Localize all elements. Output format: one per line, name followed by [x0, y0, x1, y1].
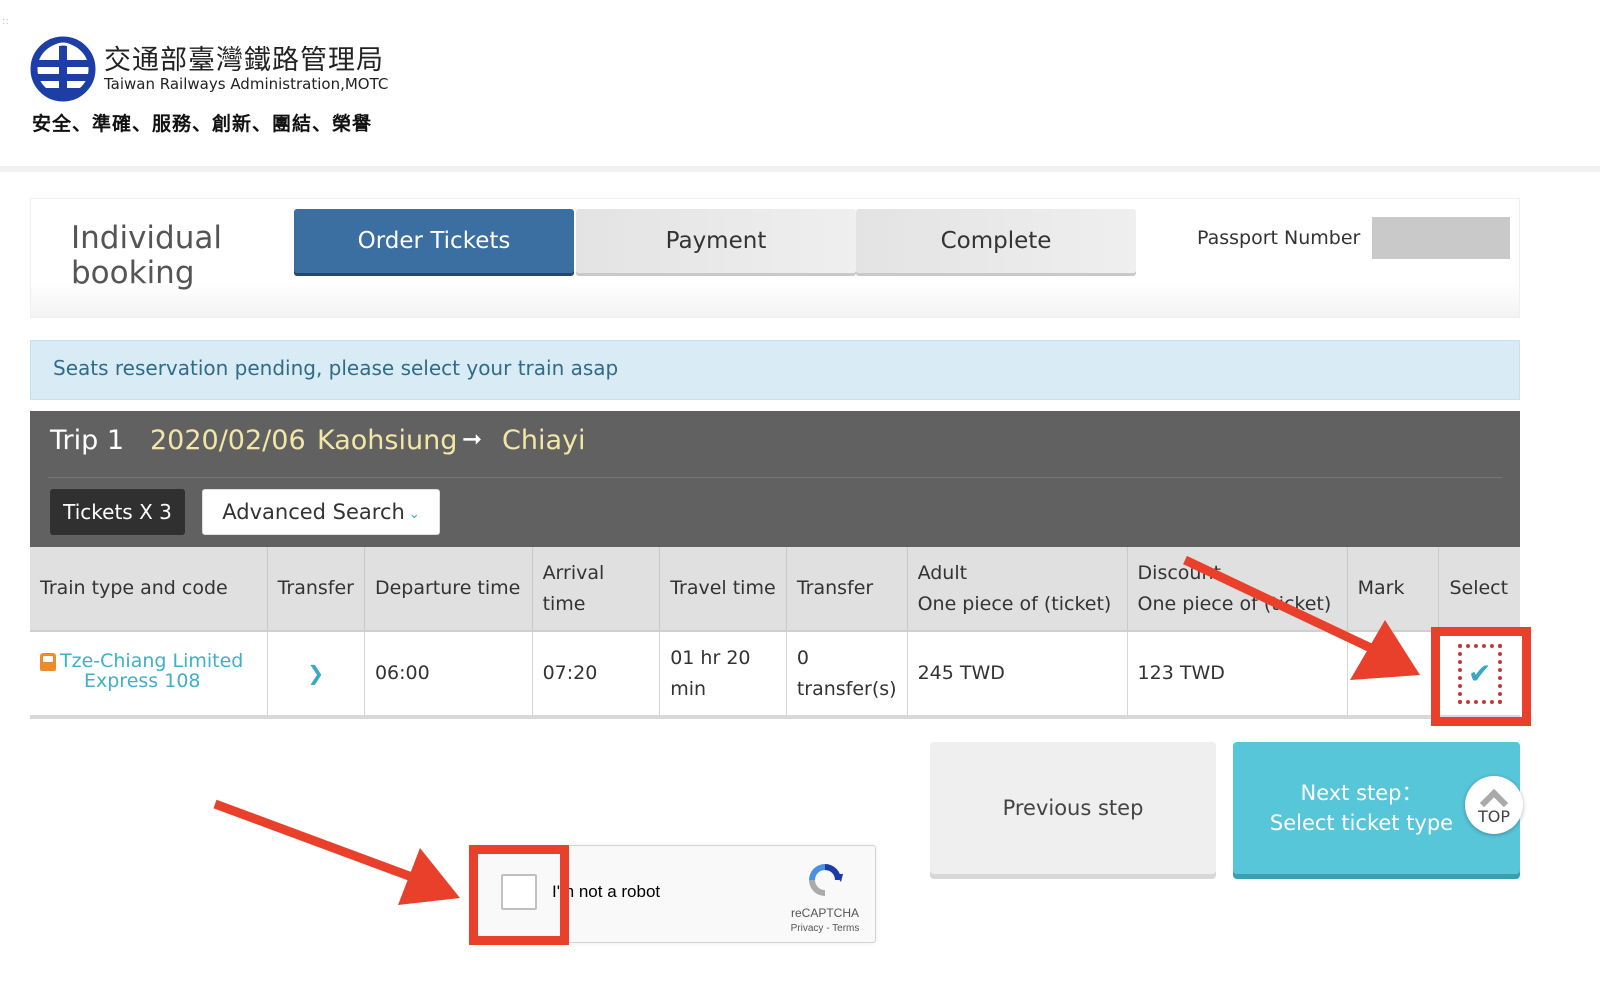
- header-transfer-count: Transfer: [786, 547, 908, 631]
- tickets-count-badge: Tickets X 3: [50, 489, 185, 535]
- trip-panel: Trip 1 2020/02/06 Kaohsiung ➞ Chiayi Tic…: [30, 411, 1520, 547]
- travel-time-line2: min: [670, 677, 707, 700]
- back-to-top-button[interactable]: TOP: [1465, 776, 1523, 834]
- train-link[interactable]: Tze-Chiang Limited Express 108: [60, 651, 243, 691]
- org-name-en: Taiwan Railways Administration,MOTC: [104, 75, 389, 93]
- passport-number-field[interactable]: [1372, 217, 1510, 259]
- recaptcha-privacy-terms-link[interactable]: Privacy - Terms: [771, 923, 879, 934]
- previous-step-button[interactable]: Previous step: [930, 742, 1216, 874]
- page-title: Individual booking: [71, 220, 222, 291]
- cell-travel-time: 01 hr 20 min: [659, 630, 787, 719]
- reservation-alert: Seats reservation pending, please select…: [30, 340, 1520, 400]
- chevron-down-icon[interactable]: ❯: [278, 658, 354, 689]
- arrow-right-icon: ➞: [462, 425, 483, 453]
- step-order-tickets[interactable]: Order Tickets: [294, 209, 574, 273]
- org-name-zh: 交通部臺灣鐵路管理局: [104, 45, 384, 76]
- train-name-line2: Express 108: [84, 669, 201, 692]
- transfer-count-line2: transfer(s): [796, 677, 897, 700]
- header-adult-line2: One piece of (ticket): [917, 592, 1112, 615]
- arrow-to-recaptcha-icon: [213, 799, 460, 905]
- booking-steps-panel: Individual booking Order Tickets Payment…: [30, 198, 1520, 318]
- header-discount-line2: One piece of (ticket): [1137, 592, 1332, 615]
- trip-date: 2020/02/06: [150, 425, 306, 456]
- advanced-search-button[interactable]: Advanced Search ⌄: [202, 489, 440, 535]
- header-discount-price: Discount One piece of (ticket): [1127, 547, 1348, 631]
- header-select: Select: [1438, 547, 1520, 631]
- cell-mark: [1347, 630, 1440, 719]
- cell-train: Tze-Chiang Limited Express 108: [30, 630, 268, 719]
- divider: [48, 477, 1502, 478]
- highlight-select-box: [1431, 627, 1531, 726]
- step-payment[interactable]: Payment: [576, 209, 856, 273]
- cell-discount-price: 123 TWD: [1127, 630, 1348, 719]
- next-step-line2: Select ticket type: [1269, 811, 1454, 835]
- transfer-count-line1: 0: [796, 646, 809, 669]
- train-name-line1: Tze-Chiang Limited: [60, 649, 244, 672]
- recaptcha-logo-icon: [809, 864, 843, 896]
- recaptcha-brand: reCAPTCHA: [790, 906, 859, 920]
- header-transfer: Transfer: [267, 547, 365, 631]
- passport-number-label: Passport Number: [1197, 227, 1361, 249]
- header-train-type: Train type and code: [30, 547, 268, 631]
- train-table: Train type and code Transfer Departure t…: [30, 547, 1520, 719]
- header-adult-line1: Adult: [917, 561, 968, 584]
- header-arrival-time: Arrival time: [532, 547, 661, 631]
- tra-logo-icon[interactable]: [30, 36, 96, 102]
- train-icon: [40, 652, 56, 671]
- header-mark: Mark: [1347, 547, 1440, 631]
- trip-title: Trip 1: [50, 425, 125, 456]
- advanced-search-label: Advanced Search: [222, 500, 405, 524]
- header-travel-time: Travel time: [659, 547, 787, 631]
- header-discount-line1: Discount: [1137, 561, 1221, 584]
- site-header: :: 交通部臺灣鐵路管理局 Taiwan Railways Administra…: [0, 0, 1600, 172]
- cell-adult-price: 245 TWD: [907, 630, 1128, 719]
- header-adult-price: Adult One piece of (ticket): [907, 547, 1128, 631]
- resize-handle-icon: ::: [2, 16, 9, 27]
- trip-destination: Chiayi: [502, 425, 586, 456]
- travel-time-line1: 01 hr 20: [670, 646, 751, 669]
- chevron-down-icon: ⌄: [408, 506, 420, 522]
- highlight-recaptcha-checkbox: [469, 845, 569, 945]
- slogan: 安全、準確、服務、創新、團結、榮譽: [32, 113, 373, 135]
- cell-transfer: ❯: [267, 630, 365, 719]
- step-complete[interactable]: Complete: [856, 209, 1136, 273]
- alert-message: Seats reservation pending, please select…: [53, 356, 619, 380]
- header-departure-time: Departure time: [364, 547, 533, 631]
- cell-transfer-count: 0 transfer(s): [786, 630, 908, 719]
- next-step-line1: Next step：: [1300, 781, 1423, 805]
- table-row: Tze-Chiang Limited Express 108 ❯ 06:00 07…: [30, 630, 1520, 719]
- cell-arrival: 07:20: [532, 630, 661, 719]
- cell-departure: 06:00: [364, 630, 533, 719]
- trip-origin: Kaohsiung: [317, 425, 458, 456]
- table-header-row: Train type and code Transfer Departure t…: [30, 547, 1520, 631]
